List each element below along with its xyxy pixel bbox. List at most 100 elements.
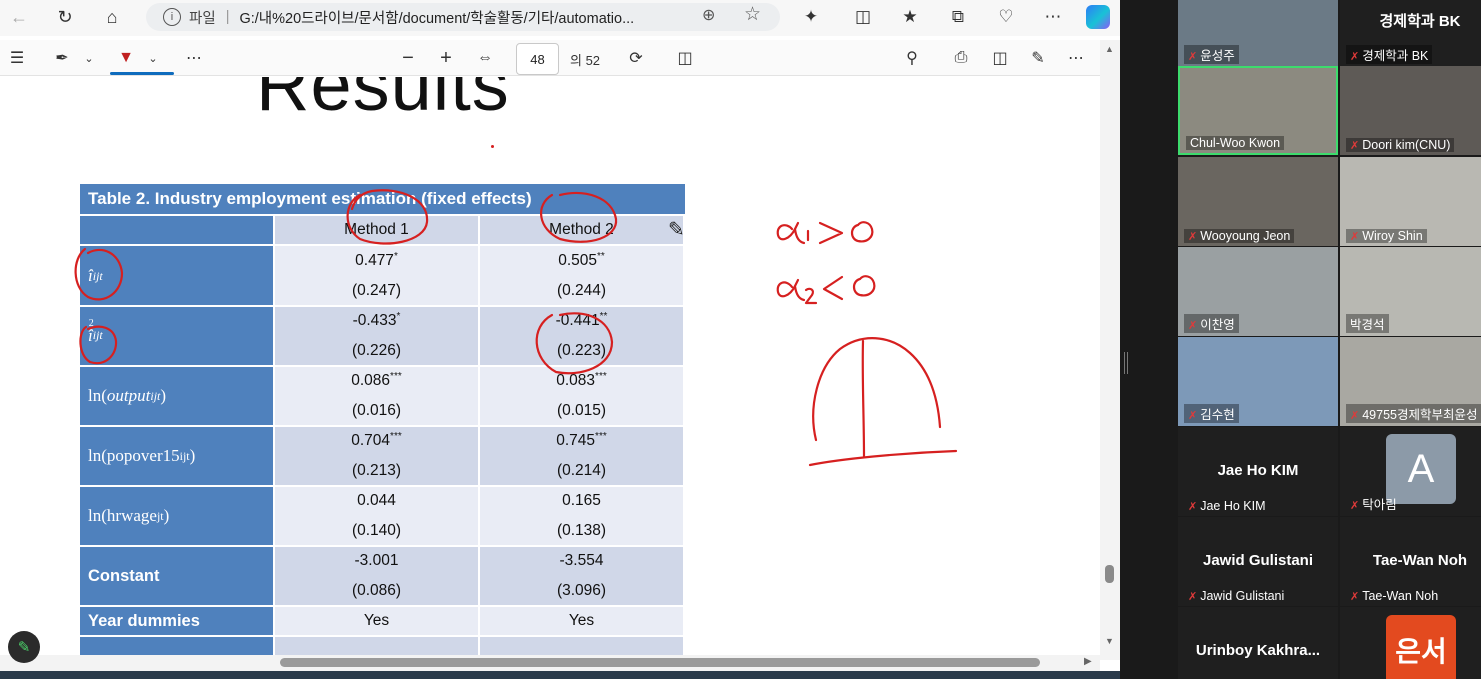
participant-name: ✗ Wiroy Shin: [1346, 229, 1427, 243]
home-icon[interactable]: ⌂: [98, 4, 126, 30]
participant-tile[interactable]: ✗ 49755경제학부최윤성: [1340, 337, 1481, 426]
coef-value: 0.083: [556, 372, 596, 389]
divider-grip-icon[interactable]: [1124, 352, 1128, 374]
row-label-i-hat: î ijt: [80, 246, 273, 305]
fit-page-icon[interactable]: ⇔: [472, 46, 498, 70]
coef-value: 0.505: [558, 251, 597, 269]
favorite-star-icon[interactable]: ☆: [744, 3, 761, 26]
highlight-dropdown-icon[interactable]: ⌄: [80, 46, 98, 70]
draw-dropdown-icon[interactable]: ⌄: [144, 46, 162, 70]
std-error: (0.138): [556, 522, 607, 539]
std-error: (0.015): [556, 402, 607, 419]
search-icon[interactable]: ⚲: [900, 46, 924, 70]
participant-name-text: 이찬영: [1200, 318, 1235, 332]
participant-tile[interactable]: ✗ Doori kim(CNU): [1340, 66, 1481, 155]
address-bar[interactable]: i 파일 | G:/내%20드라이브/문서함/document/학술활동/기타/…: [146, 3, 780, 31]
participant-name-text: Doori kim(CNU): [1362, 138, 1451, 152]
row-label-fn: ln: [88, 446, 102, 465]
participant-title: Jae Ho KIM: [1217, 462, 1299, 479]
row-label-ln-output: ln(output ijt): [80, 367, 273, 425]
avatar: 은서: [1386, 615, 1456, 679]
zoom-in-icon[interactable]: +: [434, 46, 458, 70]
table-row: ln(popover15 ijt) 0.704*** (0.213) 0.745*…: [80, 425, 685, 485]
vertical-scroll-thumb[interactable]: [1105, 565, 1114, 583]
zoom-icon[interactable]: ⊕: [702, 5, 715, 25]
coef-cell: -0.433* (0.226): [273, 307, 478, 365]
print-icon[interactable]: ⎙: [948, 46, 974, 70]
vertical-scrollbar[interactable]: ▲ ▼: [1100, 40, 1120, 660]
save-icon[interactable]: ◫: [988, 46, 1012, 70]
dummy-cell: Yes: [478, 607, 683, 635]
coef-cell: 0.505** (0.244): [478, 246, 683, 305]
copilot-icon[interactable]: [1086, 5, 1110, 29]
participant-name-text: 박경석: [1350, 318, 1385, 332]
page-number-input[interactable]: 48: [516, 43, 559, 75]
horizontal-scrollbar[interactable]: ▶: [0, 655, 1100, 671]
more-tools-icon[interactable]: ⋯: [182, 46, 206, 70]
draw-active-indicator: [110, 72, 174, 75]
page-view-icon[interactable]: ◫: [672, 46, 698, 70]
participant-tile[interactable]: Jae Ho KIM ✗ Jae Ho KIM: [1178, 427, 1338, 516]
mic-muted-icon: ✗: [1350, 231, 1360, 243]
participant-tile[interactable]: ✗ Wooyoung Jeon: [1178, 157, 1338, 246]
significance-stars: ***: [390, 370, 402, 382]
save-as-icon[interactable]: ✎: [1026, 46, 1050, 70]
draw-pen-icon[interactable]: ✎: [8, 631, 40, 663]
participant-tile[interactable]: A ✗ 탁아림: [1340, 427, 1481, 516]
participant-tile[interactable]: ✗ 김수현: [1178, 337, 1338, 426]
row-label-var: hrwage: [106, 506, 157, 525]
taskbar-strip: [0, 671, 1120, 679]
participant-tile-active[interactable]: Chul-Woo Kwon: [1178, 66, 1338, 155]
participant-tile[interactable]: Jawid Gulistani ✗ Jawid Gulistani: [1178, 517, 1338, 606]
row-label-cut: [80, 637, 273, 655]
zoom-out-icon[interactable]: −: [396, 46, 420, 70]
std-error: (0.223): [556, 342, 607, 359]
scroll-up-icon[interactable]: ▲: [1105, 44, 1114, 54]
highlight-icon[interactable]: ✒: [50, 46, 74, 70]
participant-tile[interactable]: Tae-Wan Noh ✗ Tae-Wan Noh: [1340, 517, 1481, 606]
back-icon[interactable]: ←: [5, 4, 33, 30]
participant-tile[interactable]: ✗ Wiroy Shin: [1340, 157, 1481, 246]
pdf-more-icon[interactable]: ⋯: [1064, 46, 1088, 70]
row-label-ln-hrwage: ln(hrwage jt): [80, 487, 273, 545]
participant-tile[interactable]: ✗ 이찬영: [1178, 247, 1338, 336]
significance-stars: ***: [390, 430, 402, 442]
scroll-right-icon[interactable]: ▶: [1084, 656, 1092, 667]
browser-window: ← ↻ ⌂ i 파일 | G:/내%20드라이브/문서함/document/학술…: [0, 0, 1120, 679]
split-screen-icon[interactable]: ◫: [850, 5, 876, 29]
participant-tile[interactable]: 박경석: [1340, 247, 1481, 336]
table-corner: [80, 216, 273, 244]
info-icon[interactable]: i: [163, 8, 181, 26]
participant-tile[interactable]: ✗ 윤성주: [1178, 0, 1338, 67]
coef-value: 0.086: [351, 372, 391, 389]
collections-icon[interactable]: ⧉: [945, 5, 971, 29]
table-row: Constant -3.001 (0.086) -3.554 (3.096): [80, 545, 685, 605]
cut-cell: [273, 637, 478, 655]
participant-name: ✗ Doori kim(CNU): [1346, 138, 1455, 152]
participant-tile[interactable]: Urinboy Kakhra...: [1178, 607, 1338, 679]
participant-name-text: Chul-Woo Kwon: [1190, 136, 1281, 150]
page-total: 의 52: [570, 53, 601, 68]
scroll-down-icon[interactable]: ▼: [1105, 636, 1114, 646]
table-header-row: Method 1 Method 2: [80, 214, 685, 244]
favorites-icon[interactable]: ★: [897, 5, 923, 29]
participant-title: 경제학과 BK: [1379, 13, 1461, 30]
mic-muted-icon: ✗: [1350, 591, 1360, 603]
browser-essentials-icon[interactable]: ♡: [993, 5, 1019, 29]
coef-value: -3.554: [559, 552, 604, 569]
rotate-icon[interactable]: ⟳: [624, 46, 648, 70]
table-row: î ijt 0.477* (0.247) 0.505** (0.244): [80, 244, 685, 305]
mic-muted-icon: ✗: [1188, 51, 1198, 63]
participant-name-text: Jae Ho KIM: [1200, 499, 1266, 513]
draw-icon[interactable]: ▼: [114, 46, 138, 70]
pdf-page[interactable]: Results Table 2. Industry employment est…: [0, 77, 1100, 655]
std-error: (3.096): [556, 582, 607, 599]
contents-icon[interactable]: ☰: [6, 46, 28, 70]
more-menu-icon[interactable]: ⋯: [1040, 5, 1066, 29]
table-row: î ijt 2 -0.433* (0.226) -0.441** (0.223): [80, 305, 685, 365]
extensions-icon[interactable]: ✦: [798, 5, 824, 29]
horizontal-scroll-thumb[interactable]: [280, 658, 1040, 667]
refresh-icon[interactable]: ↻: [51, 4, 79, 30]
participant-tile[interactable]: 경제학과 BK ✗ 경제학과 BK: [1340, 0, 1481, 67]
participant-tile[interactable]: 은서: [1340, 607, 1481, 679]
